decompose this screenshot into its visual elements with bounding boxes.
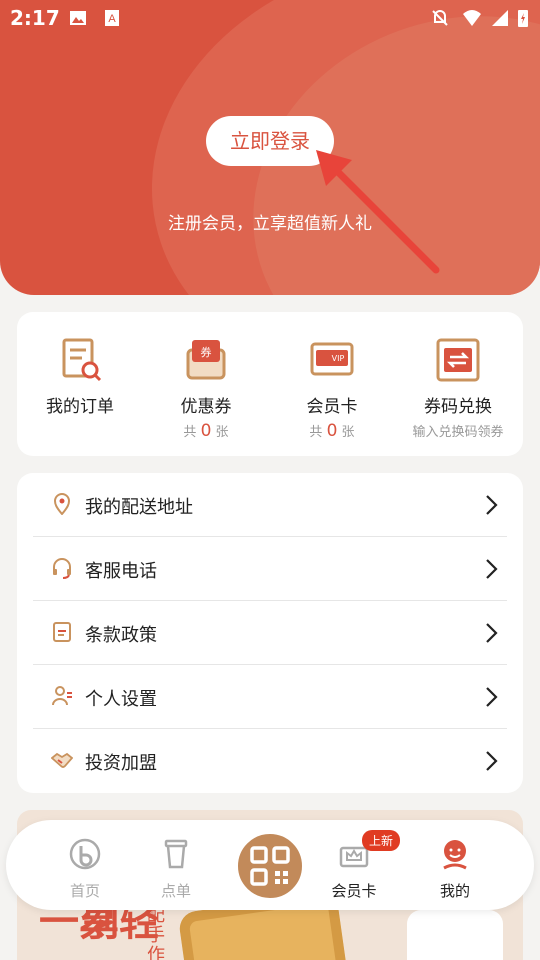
menu-label: 我的配送地址 bbox=[85, 497, 193, 518]
tab-label: 点单 bbox=[160, 882, 191, 900]
coupon-icon: 券 bbox=[186, 340, 226, 380]
count-value: 0 bbox=[200, 421, 212, 441]
document-icon bbox=[53, 622, 71, 642]
svg-text:A: A bbox=[108, 13, 116, 25]
wifi-icon bbox=[463, 10, 481, 26]
user-settings-icon bbox=[52, 686, 72, 706]
chevron-right-icon bbox=[486, 559, 498, 579]
pointer-arrow-icon bbox=[316, 150, 440, 274]
headset-icon bbox=[53, 558, 71, 579]
tab-order[interactable]: 点单 bbox=[141, 838, 211, 901]
order-icon bbox=[62, 338, 102, 382]
settings-menu-card: 我的配送地址 客服电话 条款政策 个人设置 投资加盟 bbox=[17, 473, 523, 793]
menu-label: 投资加盟 bbox=[85, 753, 157, 774]
coupon-count: 共 0 张 bbox=[143, 421, 269, 441]
chevron-right-icon bbox=[486, 687, 498, 707]
tab-label: 首页 bbox=[69, 882, 100, 900]
status-time: 2:17 bbox=[10, 6, 60, 30]
qa-label: 会员卡 bbox=[306, 397, 358, 417]
battery-icon bbox=[518, 10, 528, 27]
member-card-count: 共 0 张 bbox=[269, 421, 395, 441]
count-unit: 张 bbox=[341, 425, 355, 440]
qr-scan-icon bbox=[250, 846, 290, 886]
chevron-right-icon bbox=[486, 495, 498, 515]
tab-profile[interactable]: 我的 bbox=[420, 838, 490, 901]
member-card-button[interactable]: VIP 会员卡 共 0 张 bbox=[269, 336, 395, 441]
qa-label: 我的订单 bbox=[46, 397, 114, 417]
menu-label: 客服电话 bbox=[85, 561, 157, 582]
profile-icon bbox=[443, 840, 467, 870]
home-logo-icon bbox=[69, 838, 101, 870]
signal-icon bbox=[492, 10, 508, 26]
menu-item-personal-settings[interactable]: 个人设置 bbox=[33, 665, 507, 729]
count-prefix: 共 bbox=[309, 425, 323, 440]
menu-item-customer-service[interactable]: 客服电话 bbox=[33, 537, 507, 601]
new-badge: 上新 bbox=[362, 830, 401, 851]
mute-icon bbox=[432, 10, 448, 26]
menu-item-franchise[interactable]: 投资加盟 bbox=[33, 729, 507, 793]
register-subtitle: 注册会员，立享超值新人礼 bbox=[168, 214, 372, 234]
count-value: 0 bbox=[326, 421, 338, 441]
qa-label: 券码兑换 bbox=[424, 397, 492, 417]
count-prefix: 共 bbox=[183, 425, 197, 440]
image-icon bbox=[70, 11, 86, 25]
menu-label: 条款政策 bbox=[85, 625, 157, 646]
tab-label: 我的 bbox=[439, 882, 470, 900]
menu-item-address[interactable]: 我的配送地址 bbox=[33, 473, 507, 537]
location-icon bbox=[53, 493, 71, 515]
tab-home[interactable]: 首页 bbox=[50, 838, 120, 901]
menu-item-terms[interactable]: 条款政策 bbox=[33, 601, 507, 665]
redeem-icon bbox=[436, 338, 480, 382]
a-icon: A bbox=[105, 10, 119, 26]
status-bar: 2:17 A bbox=[0, 0, 540, 36]
quick-actions-card: 我的订单 券 优惠券 共 0 张 VIP 会员卡 共 0 张 券码兑换 输入兑换… bbox=[17, 312, 523, 456]
qa-label: 优惠券 bbox=[180, 397, 232, 417]
coupons-button[interactable]: 券 优惠券 共 0 张 bbox=[143, 336, 269, 441]
my-orders-button[interactable]: 我的订单 bbox=[17, 336, 143, 417]
coffee-cup-image bbox=[407, 910, 503, 960]
svg-text:VIP: VIP bbox=[332, 354, 345, 363]
count-unit: 张 bbox=[215, 425, 229, 440]
scan-qr-button[interactable] bbox=[232, 828, 308, 904]
vip-card-icon: VIP bbox=[310, 342, 354, 376]
redeem-hint: 输入兑换码领券 bbox=[412, 425, 504, 440]
chevron-right-icon bbox=[486, 751, 498, 771]
promo-side-text: 配手作 bbox=[147, 905, 165, 960]
handshake-icon bbox=[51, 752, 73, 768]
svg-text:券: 券 bbox=[201, 345, 212, 359]
cup-icon bbox=[164, 839, 188, 869]
menu-label: 个人设置 bbox=[85, 689, 157, 710]
tab-label: 会员卡 bbox=[331, 882, 377, 900]
redeem-code-button[interactable]: 券码兑换 输入兑换码领券 bbox=[395, 336, 521, 440]
chevron-right-icon bbox=[486, 623, 498, 643]
